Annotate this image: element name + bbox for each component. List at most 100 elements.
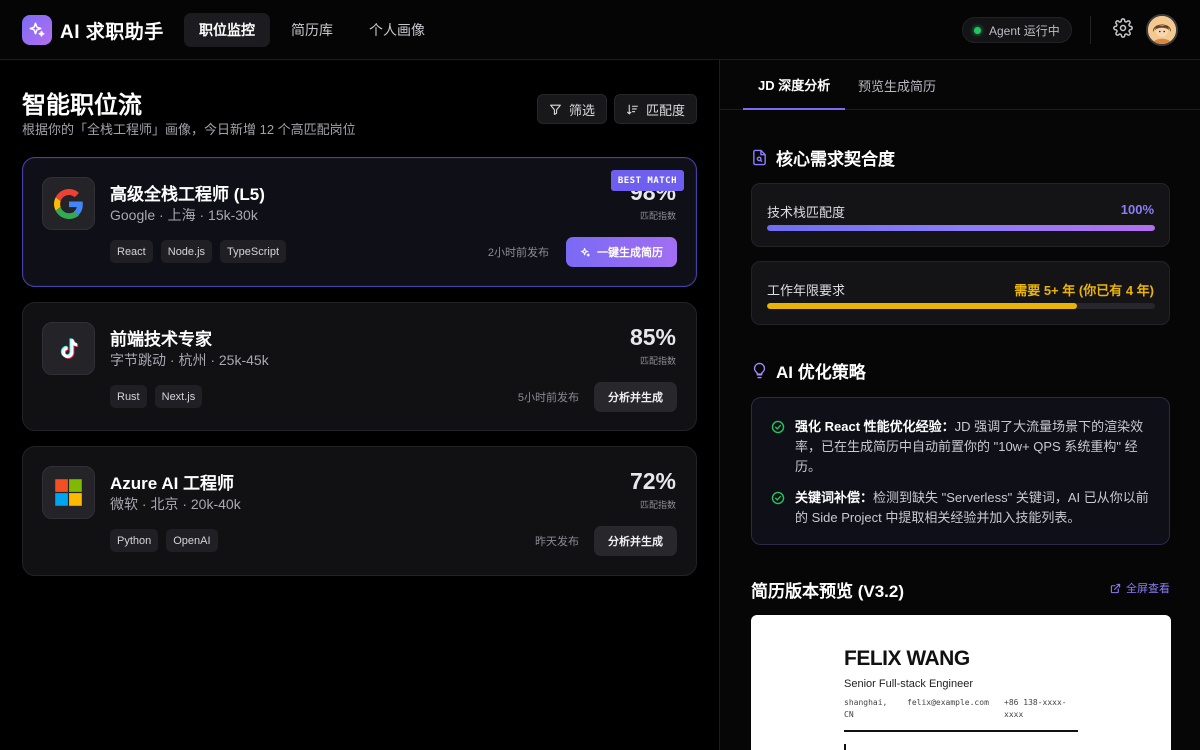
job-title: 前端技术专家 bbox=[110, 330, 212, 349]
tab-jd-analysis[interactable]: JD 深度分析 bbox=[743, 60, 846, 110]
job-meta: 字节跳动 · 杭州 · 25k-45k bbox=[110, 352, 269, 368]
resume-preview[interactable]: FELIX WANG Senior Full-stack Engineer sh… bbox=[751, 615, 1171, 750]
resume-email: felix@example.com bbox=[907, 698, 989, 707]
job-meta: 微软 · 北京 · 20k-40k bbox=[110, 496, 241, 512]
avatar[interactable] bbox=[1146, 14, 1178, 46]
resume-role: Senior Full-stack Engineer bbox=[844, 678, 974, 690]
check-circle-icon bbox=[771, 491, 785, 505]
app-name: AI 求职助手 bbox=[60, 21, 164, 43]
metric-value: 需要 5+ 年 (你已有 4 年) bbox=[1014, 283, 1154, 298]
strategy-heading: 强化 React 性能优化经验： bbox=[795, 419, 955, 434]
top-bar: AI 求职助手 职位监控 简历库 个人画像 Agent 运行中 bbox=[0, 0, 1200, 60]
job-card[interactable]: 前端技术专家 字节跳动 · 杭州 · 25k-45k Rust Next.js … bbox=[22, 302, 697, 431]
external-link-icon bbox=[1110, 583, 1121, 593]
analyze-generate-button[interactable]: 分析并生成 bbox=[594, 382, 677, 412]
fullscreen-link[interactable]: 全屏查看 bbox=[1110, 580, 1170, 596]
generate-resume-button[interactable]: 一键生成简历 bbox=[566, 237, 677, 267]
job-meta: Google · 上海 · 15k-30k bbox=[110, 207, 258, 223]
sort-button[interactable]: 匹配度 bbox=[614, 94, 698, 124]
main-nav: 职位监控 简历库 个人画像 bbox=[184, 13, 440, 47]
sort-icon bbox=[627, 104, 638, 115]
strategy-list: 强化 React 性能优化经验：JD 强调了大流量场景下的渲染效率，已在生成简历… bbox=[751, 397, 1170, 545]
match-score: 85% bbox=[629, 324, 676, 350]
check-circle-icon bbox=[771, 420, 785, 434]
tiktok-logo-icon bbox=[42, 322, 95, 375]
metric-card-tech-stack: 技术栈匹配度 100% bbox=[751, 183, 1170, 247]
analysis-tabs: JD 深度分析 预览生成简历 bbox=[720, 60, 1200, 110]
resume-phone: +86 138-xxxx-xxxx bbox=[1004, 698, 1067, 719]
lightbulb-icon bbox=[753, 362, 766, 379]
core-match-title: 核心需求契合度 bbox=[776, 150, 895, 169]
job-card[interactable]: 高级全栈工程师 (L5) Google · 上海 · 15k-30k React… bbox=[22, 157, 697, 287]
match-score-label: 匹配指数 bbox=[639, 211, 676, 221]
sparkles-icon bbox=[22, 15, 52, 45]
tag: Next.js bbox=[154, 385, 203, 408]
match-score: 72% bbox=[629, 468, 676, 494]
progress-fill bbox=[767, 303, 1078, 309]
best-match-badge: BEST MATCH bbox=[610, 170, 684, 191]
nav-item-job-monitor[interactable]: 职位监控 bbox=[184, 13, 270, 47]
job-feed-panel: 智能职位流 根据你的「全栈工程师」画像，今日新增 12 个高匹配岗位 筛选 匹配… bbox=[0, 60, 719, 750]
core-match-heading: 核心需求契合度 bbox=[751, 145, 895, 170]
metric-value: 100% bbox=[1120, 202, 1154, 217]
metric-label: 工作年限要求 bbox=[767, 283, 846, 298]
text-cursor bbox=[844, 744, 846, 750]
agent-status-badge[interactable]: Agent 运行中 bbox=[962, 17, 1072, 43]
analyze-generate-label: 分析并生成 bbox=[608, 392, 663, 404]
progress-track bbox=[767, 303, 1155, 309]
posted-time: 2小时前发布 bbox=[487, 247, 549, 259]
tab-resume-preview[interactable]: 预览生成简历 bbox=[858, 60, 936, 110]
tag-list: Python OpenAI bbox=[110, 529, 218, 552]
google-logo-icon bbox=[42, 177, 95, 230]
tag-list: React Node.js TypeScript bbox=[110, 240, 287, 263]
strategy-text: 关键词补偿：检测到缺失 "Serverless" 关键词，AI 已从你以前的 S… bbox=[795, 488, 1151, 528]
generate-resume-label: 一键生成简历 bbox=[597, 247, 663, 259]
posted-time: 昨天发布 bbox=[535, 536, 579, 548]
tag: TypeScript bbox=[220, 240, 287, 263]
strategy-text: 强化 React 性能优化经验：JD 强调了大流量场景下的渲染效率，已在生成简历… bbox=[795, 417, 1151, 477]
document-search-icon bbox=[753, 149, 766, 166]
ai-strategy-heading: AI 优化策略 bbox=[751, 358, 866, 383]
divider bbox=[844, 730, 1078, 732]
match-score-label: 匹配指数 bbox=[639, 356, 676, 366]
tag: React bbox=[110, 240, 153, 263]
job-title: 高级全栈工程师 (L5) bbox=[110, 185, 265, 204]
tag-list: Rust Next.js bbox=[110, 385, 203, 408]
tag: Rust bbox=[110, 385, 147, 408]
resume-location: shanghai, CN bbox=[844, 698, 888, 719]
nav-item-resume-library[interactable]: 简历库 bbox=[276, 13, 348, 47]
microsoft-logo-icon bbox=[42, 466, 95, 519]
status-dot-icon bbox=[974, 26, 981, 34]
metric-card-experience: 工作年限要求 需要 5+ 年 (你已有 4 年) bbox=[751, 261, 1170, 325]
page-title: 智能职位流 bbox=[22, 92, 142, 119]
divider bbox=[1090, 16, 1091, 44]
nav-item-profile[interactable]: 个人画像 bbox=[354, 13, 440, 47]
sparkles-icon bbox=[580, 247, 590, 257]
strategy-heading: 关键词补偿： bbox=[795, 490, 874, 505]
progress-fill bbox=[767, 225, 1155, 231]
filter-label: 筛选 bbox=[569, 102, 596, 118]
brand[interactable]: AI 求职助手 bbox=[22, 15, 164, 45]
job-title: Azure AI 工程师 bbox=[110, 474, 235, 493]
analysis-panel: JD 深度分析 预览生成简历 核心需求契合度 技术栈匹配度 100% 工作年限要… bbox=[719, 60, 1200, 750]
strategy-item: 关键词补偿：检测到缺失 "Serverless" 关键词，AI 已从你以前的 S… bbox=[771, 488, 1151, 528]
filter-icon bbox=[550, 104, 561, 115]
sort-label: 匹配度 bbox=[646, 102, 686, 118]
analyze-generate-label: 分析并生成 bbox=[608, 536, 663, 548]
fullscreen-label: 全屏查看 bbox=[1126, 583, 1170, 595]
metric-label: 技术栈匹配度 bbox=[767, 205, 846, 220]
posted-time: 5小时前发布 bbox=[517, 392, 579, 404]
agent-status-label: Agent 运行中 bbox=[989, 23, 1060, 38]
analyze-generate-button[interactable]: 分析并生成 bbox=[594, 526, 677, 556]
gear-icon[interactable] bbox=[1113, 18, 1133, 38]
tag: Node.js bbox=[160, 240, 213, 263]
resume-name: FELIX WANG bbox=[844, 647, 970, 670]
tag: Python bbox=[110, 529, 159, 552]
job-card[interactable]: Azure AI 工程师 微软 · 北京 · 20k-40k Python Op… bbox=[22, 446, 697, 576]
resume-preview-title: 简历版本预览 (V3.2) bbox=[751, 582, 905, 601]
progress-track bbox=[767, 225, 1155, 231]
ai-strategy-title: AI 优化策略 bbox=[776, 363, 866, 382]
match-score-label: 匹配指数 bbox=[639, 500, 676, 510]
filter-button[interactable]: 筛选 bbox=[537, 94, 608, 124]
tag: OpenAI bbox=[166, 529, 218, 552]
